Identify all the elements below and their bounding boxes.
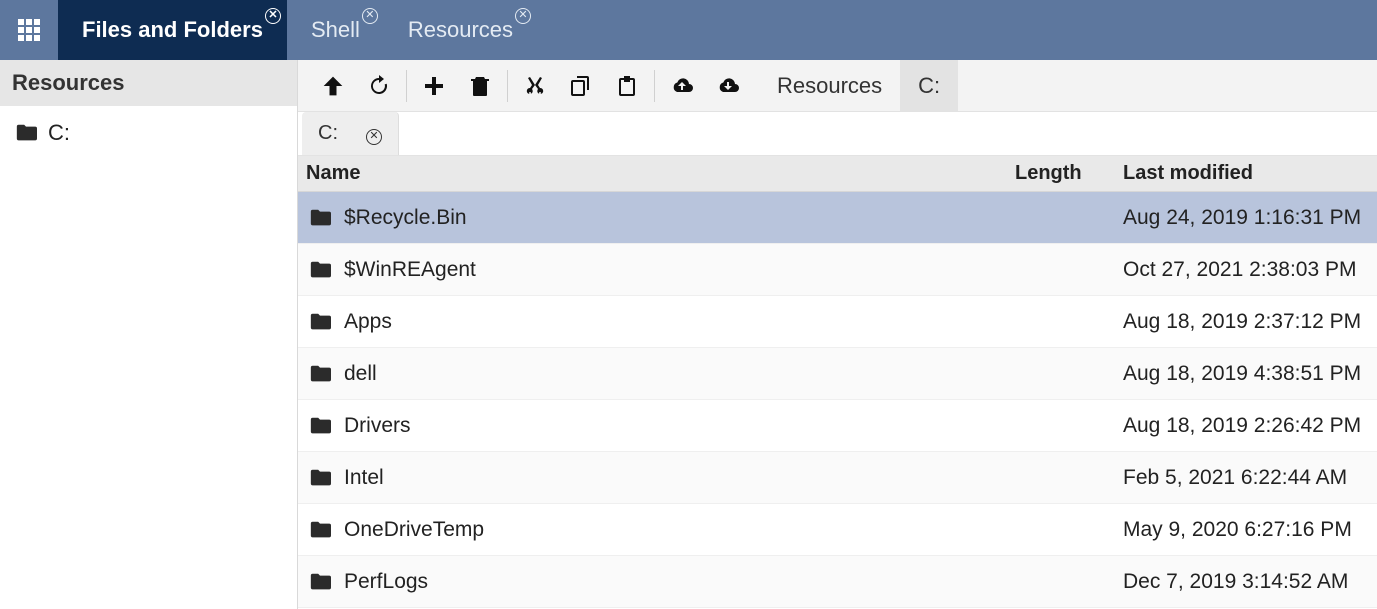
table-row[interactable]: Intel Feb 5, 2021 6:22:44 AM xyxy=(298,452,1377,504)
content-pane: Resources C: C: Name Length Last modifie… xyxy=(298,60,1377,609)
column-header-length[interactable]: Length xyxy=(1015,162,1115,185)
new-button[interactable] xyxy=(411,63,457,109)
toolbar-separator xyxy=(654,70,655,102)
file-name: $WinREAgent xyxy=(344,258,476,282)
file-name: Apps xyxy=(344,310,392,334)
breadcrumb-label: C: xyxy=(918,73,940,99)
download-button[interactable] xyxy=(705,63,751,109)
sidebar-header: Resources xyxy=(0,60,297,106)
folder-icon xyxy=(306,207,334,229)
breadcrumb: Resources C: xyxy=(759,60,958,111)
column-header-last-modified[interactable]: Last modified xyxy=(1115,162,1377,185)
table-row[interactable]: Apps Aug 18, 2019 2:37:12 PM xyxy=(298,296,1377,348)
file-name: $Recycle.Bin xyxy=(344,206,467,230)
folder-icon xyxy=(306,311,334,333)
top-tab-bar: Files and Folders Shell Resources xyxy=(0,0,1377,60)
table-row[interactable]: Drivers Aug 18, 2019 2:26:42 PM xyxy=(298,400,1377,452)
breadcrumb-item[interactable]: C: xyxy=(900,60,958,111)
file-name: dell xyxy=(344,362,377,386)
folder-icon xyxy=(306,519,334,541)
apps-menu-button[interactable] xyxy=(0,0,58,60)
tab-shell[interactable]: Shell xyxy=(287,0,384,60)
folder-icon xyxy=(306,467,334,489)
table-row[interactable]: OneDriveTemp May 9, 2020 6:27:16 PM xyxy=(298,504,1377,556)
toolbar-separator xyxy=(406,70,407,102)
tree-item-c-drive[interactable]: C: xyxy=(8,116,289,150)
file-modified: Dec 7, 2019 3:14:52 AM xyxy=(1115,570,1377,594)
table-row[interactable]: dell Aug 18, 2019 4:38:51 PM xyxy=(298,348,1377,400)
breadcrumb-item[interactable]: Resources xyxy=(759,60,900,111)
folder-icon xyxy=(306,363,334,385)
file-modified: Aug 24, 2019 1:16:31 PM xyxy=(1115,206,1377,230)
tab-label: Shell xyxy=(311,17,360,43)
table-row[interactable]: $Recycle.Bin Aug 24, 2019 1:16:31 PM xyxy=(298,192,1377,244)
path-tab[interactable]: C: xyxy=(302,112,399,155)
delete-button[interactable] xyxy=(457,63,503,109)
folder-icon xyxy=(306,415,334,437)
cut-button[interactable] xyxy=(512,63,558,109)
apps-grid-icon xyxy=(18,19,40,41)
breadcrumb-label: Resources xyxy=(777,73,882,99)
tab-resources[interactable]: Resources xyxy=(384,0,537,60)
paste-button[interactable] xyxy=(604,63,650,109)
file-modified: Oct 27, 2021 2:38:03 PM xyxy=(1115,258,1377,282)
table-body: $Recycle.Bin Aug 24, 2019 1:16:31 PM $WinR… xyxy=(298,192,1377,609)
refresh-button[interactable] xyxy=(356,63,402,109)
file-name: Intel xyxy=(344,466,384,490)
column-header-name[interactable]: Name xyxy=(298,162,1015,185)
file-modified: Aug 18, 2019 4:38:51 PM xyxy=(1115,362,1377,386)
close-icon[interactable] xyxy=(362,6,378,24)
close-icon[interactable] xyxy=(366,122,382,145)
toolbar-separator xyxy=(507,70,508,102)
table-row[interactable]: $WinREAgent Oct 27, 2021 2:38:03 PM xyxy=(298,244,1377,296)
close-icon[interactable] xyxy=(515,6,531,24)
sidebar-tree: C: xyxy=(0,106,297,609)
tab-label: Resources xyxy=(408,17,513,43)
tab-files-and-folders[interactable]: Files and Folders xyxy=(58,0,287,60)
tree-item-label: C: xyxy=(48,120,70,146)
file-modified: Feb 5, 2021 6:22:44 AM xyxy=(1115,466,1377,490)
sidebar: Resources C: xyxy=(0,60,298,609)
copy-button[interactable] xyxy=(558,63,604,109)
folder-icon xyxy=(306,259,334,281)
table-row[interactable]: PerfLogs Dec 7, 2019 3:14:52 AM xyxy=(298,556,1377,608)
path-tab-label: C: xyxy=(318,122,338,145)
file-modified: Aug 18, 2019 2:37:12 PM xyxy=(1115,310,1377,334)
file-name: OneDriveTemp xyxy=(344,518,484,542)
upload-button[interactable] xyxy=(659,63,705,109)
path-tab-row: C: xyxy=(298,112,1377,156)
folder-icon xyxy=(12,122,40,144)
up-button[interactable] xyxy=(310,63,356,109)
file-name: Drivers xyxy=(344,414,411,438)
file-name: PerfLogs xyxy=(344,570,428,594)
close-icon[interactable] xyxy=(265,6,281,24)
folder-icon xyxy=(306,571,334,593)
toolbar: Resources C: xyxy=(298,60,1377,112)
table-header: Name Length Last modified xyxy=(298,156,1377,192)
file-modified: Aug 18, 2019 2:26:42 PM xyxy=(1115,414,1377,438)
tab-label: Files and Folders xyxy=(82,17,263,43)
file-modified: May 9, 2020 6:27:16 PM xyxy=(1115,518,1377,542)
